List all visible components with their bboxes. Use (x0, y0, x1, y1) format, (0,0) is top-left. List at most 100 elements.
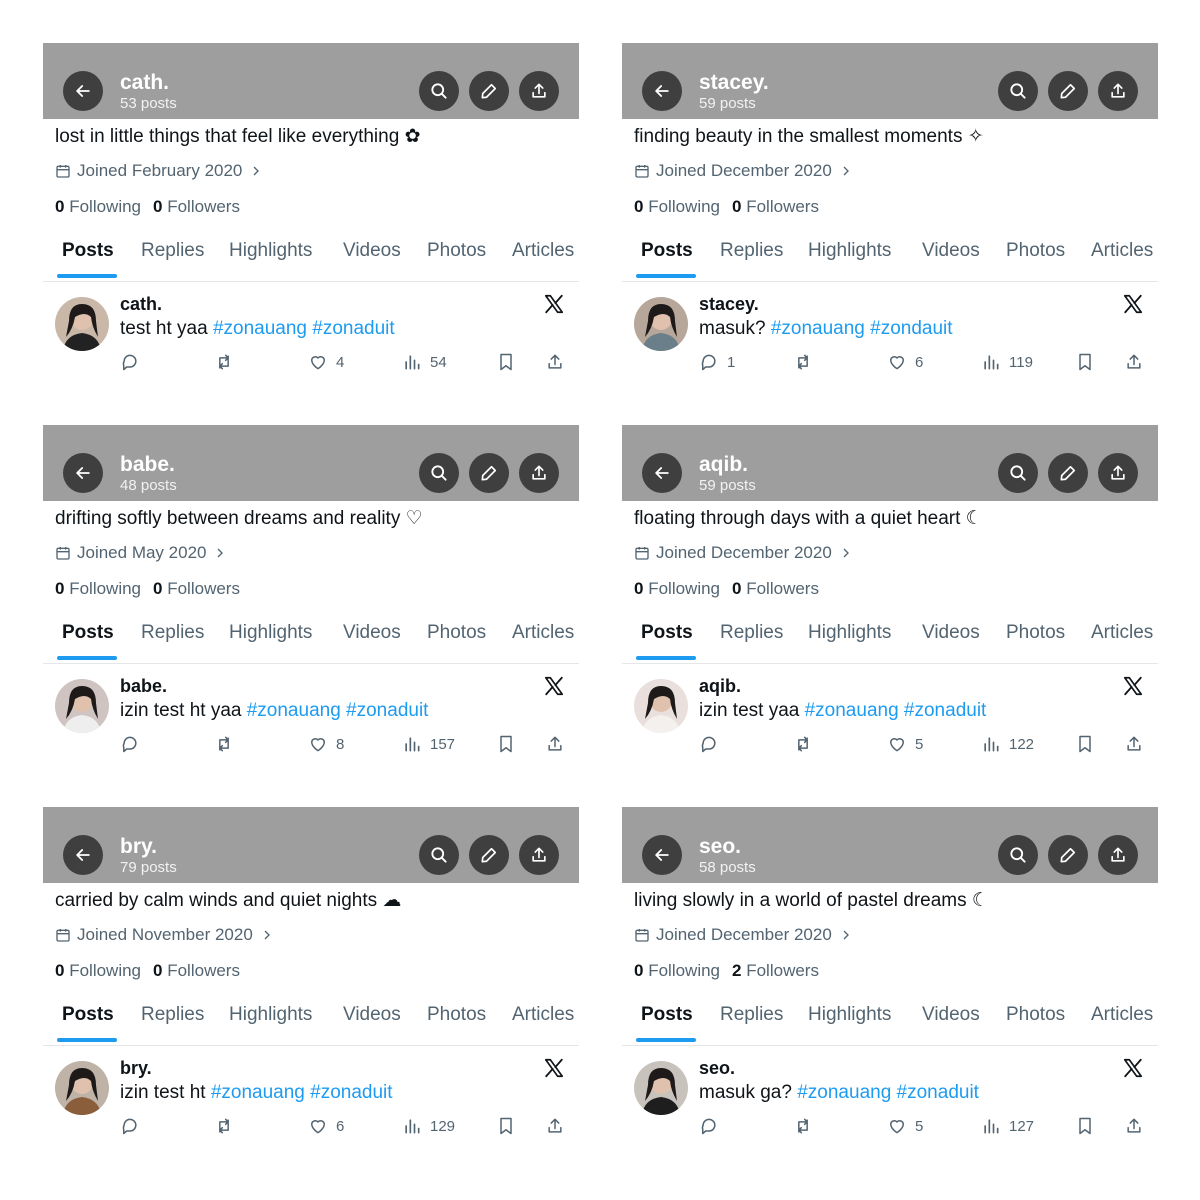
bookmark-action[interactable] (496, 351, 516, 373)
tab-posts[interactable]: Posts (62, 239, 114, 263)
tweet-author[interactable]: babe. (120, 675, 167, 697)
avatar[interactable] (55, 679, 109, 733)
back-button[interactable] (63, 453, 103, 493)
tab-articles[interactable]: Articles (1091, 239, 1153, 263)
followers-link[interactable]: 0 Followers (732, 579, 819, 598)
avatar[interactable] (634, 297, 688, 351)
joined-date[interactable]: Joined December 2020 (634, 925, 854, 945)
search-button[interactable] (419, 71, 459, 111)
tab-highlights[interactable]: Highlights (808, 621, 891, 645)
tab-photos[interactable]: Photos (1006, 621, 1065, 645)
reply-action[interactable] (120, 1115, 148, 1137)
like-action[interactable]: 4 (308, 351, 344, 373)
retweet-action[interactable] (214, 1115, 234, 1137)
following-link[interactable]: 0 Following (634, 579, 720, 598)
like-action[interactable]: 6 (308, 1115, 344, 1137)
following-link[interactable]: 0 Following (55, 197, 141, 216)
back-button[interactable] (63, 71, 103, 111)
reply-action[interactable] (699, 733, 727, 755)
tweet-hashtags[interactable]: #zonauang #zondauit (771, 318, 953, 339)
views-action[interactable]: 127 (981, 1115, 1034, 1137)
back-button[interactable] (642, 835, 682, 875)
header-share-button[interactable] (1098, 453, 1138, 493)
header-share-button[interactable] (519, 71, 559, 111)
tab-posts[interactable]: Posts (641, 1003, 693, 1027)
tab-posts[interactable]: Posts (641, 239, 693, 263)
like-action[interactable]: 5 (887, 733, 923, 755)
joined-date[interactable]: Joined December 2020 (634, 543, 854, 563)
tab-replies[interactable]: Replies (141, 621, 204, 645)
tab-videos[interactable]: Videos (922, 239, 980, 263)
edit-button[interactable] (469, 453, 509, 493)
search-button[interactable] (419, 453, 459, 493)
followers-link[interactable]: 0 Followers (153, 197, 240, 216)
joined-date[interactable]: Joined December 2020 (634, 161, 854, 181)
tweet-hashtags[interactable]: #zonauang #zonaduit (805, 700, 987, 721)
edit-button[interactable] (469, 71, 509, 111)
tweet-author[interactable]: seo. (699, 1057, 735, 1079)
tab-articles[interactable]: Articles (512, 1003, 574, 1027)
tweet-share-action[interactable] (1124, 733, 1144, 755)
tweet-share-action[interactable] (545, 1115, 565, 1137)
tab-replies[interactable]: Replies (720, 239, 783, 263)
tweet-share-action[interactable] (545, 351, 565, 373)
tab-articles[interactable]: Articles (1091, 1003, 1153, 1027)
tab-photos[interactable]: Photos (427, 239, 486, 263)
search-button[interactable] (998, 71, 1038, 111)
header-share-button[interactable] (1098, 835, 1138, 875)
bookmark-action[interactable] (496, 733, 516, 755)
tweet-author[interactable]: aqib. (699, 675, 741, 697)
joined-date[interactable]: Joined May 2020 (55, 543, 228, 563)
tweet-hashtags[interactable]: #zonauang #zonaduit (211, 1082, 393, 1103)
search-button[interactable] (998, 453, 1038, 493)
bookmark-action[interactable] (1075, 1115, 1095, 1137)
tab-posts[interactable]: Posts (62, 1003, 114, 1027)
tab-highlights[interactable]: Highlights (808, 239, 891, 263)
tab-replies[interactable]: Replies (141, 239, 204, 263)
reply-action[interactable] (699, 1115, 727, 1137)
like-action[interactable]: 6 (887, 351, 923, 373)
tab-replies[interactable]: Replies (720, 621, 783, 645)
joined-date[interactable]: Joined November 2020 (55, 925, 275, 945)
like-action[interactable]: 5 (887, 1115, 923, 1137)
back-button[interactable] (642, 453, 682, 493)
bookmark-action[interactable] (496, 1115, 516, 1137)
tweet-author[interactable]: cath. (120, 293, 162, 315)
followers-link[interactable]: 0 Followers (153, 961, 240, 980)
views-action[interactable]: 122 (981, 733, 1034, 755)
views-action[interactable]: 157 (402, 733, 455, 755)
views-action[interactable]: 129 (402, 1115, 455, 1137)
tab-replies[interactable]: Replies (720, 1003, 783, 1027)
tab-photos[interactable]: Photos (427, 621, 486, 645)
tweet-hashtags[interactable]: #zonauang #zonaduit (797, 1082, 979, 1103)
following-link[interactable]: 0 Following (634, 961, 720, 980)
tweet-hashtags[interactable]: #zonauang #zonaduit (213, 318, 395, 339)
reply-action[interactable] (120, 733, 148, 755)
header-share-button[interactable] (519, 453, 559, 493)
header-share-button[interactable] (519, 835, 559, 875)
followers-link[interactable]: 2 Followers (732, 961, 819, 980)
tab-articles[interactable]: Articles (512, 621, 574, 645)
tweet-hashtags[interactable]: #zonauang #zonaduit (247, 700, 429, 721)
bookmark-action[interactable] (1075, 733, 1095, 755)
edit-button[interactable] (1048, 835, 1088, 875)
back-button[interactable] (63, 835, 103, 875)
retweet-action[interactable] (214, 351, 234, 373)
tab-videos[interactable]: Videos (922, 1003, 980, 1027)
retweet-action[interactable] (793, 351, 813, 373)
views-action[interactable]: 119 (981, 351, 1033, 373)
tab-videos[interactable]: Videos (922, 621, 980, 645)
views-action[interactable]: 54 (402, 351, 447, 373)
tab-articles[interactable]: Articles (1091, 621, 1153, 645)
like-action[interactable]: 8 (308, 733, 344, 755)
bookmark-action[interactable] (1075, 351, 1095, 373)
retweet-action[interactable] (793, 733, 813, 755)
followers-link[interactable]: 0 Followers (732, 197, 819, 216)
tweet-share-action[interactable] (1124, 351, 1144, 373)
tab-photos[interactable]: Photos (1006, 1003, 1065, 1027)
header-share-button[interactable] (1098, 71, 1138, 111)
avatar[interactable] (634, 679, 688, 733)
tweet-author[interactable]: bry. (120, 1057, 152, 1079)
reply-action[interactable]: 1 (699, 351, 735, 373)
search-button[interactable] (419, 835, 459, 875)
